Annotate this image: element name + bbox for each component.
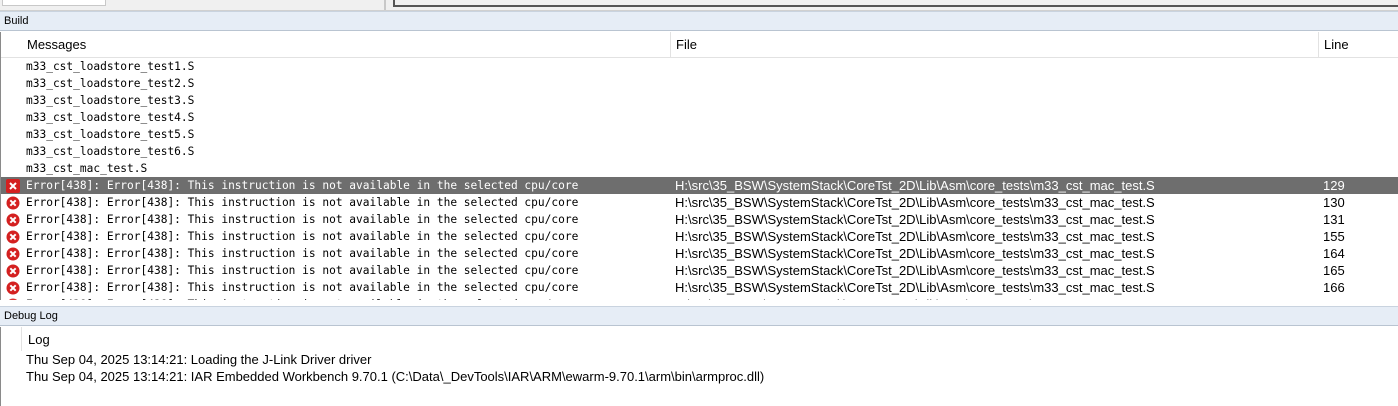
error-message: Error[438]: Error[438]: This instruction… <box>26 213 579 226</box>
list-item[interactable]: m33_cst_loadstore_test6.S <box>1 143 1398 160</box>
build-pane-title[interactable]: Build <box>0 11 1398 31</box>
error-file-path: H:\src\35_BSW\SystemStack\CoreTst_2D\Lib… <box>675 212 1155 227</box>
error-x-icon <box>6 247 20 261</box>
tab-stub <box>2 0 106 6</box>
error-message: Error[438]: Error[438]: This instruction… <box>26 196 579 209</box>
error-file-path: H:\src\35_BSW\SystemStack\CoreTst_2D\Lib… <box>675 229 1155 244</box>
error-message: Error[438]: Error[438]: This instruction… <box>26 296 578 300</box>
list-item[interactable]: m33_cst_loadstore_test2.S <box>1 75 1398 92</box>
error-row[interactable]: Error[438]: Error[438]: This instruction… <box>1 211 1398 228</box>
error-row[interactable]: Error[438]: Error[438]: This instruction… <box>1 296 1398 300</box>
error-line-number: 131 <box>1323 212 1345 227</box>
error-line-number: 155 <box>1323 229 1345 244</box>
error-file-path: H:\src\35_BSW\SystemStack\CoreTst_2D\Lib… <box>675 263 1155 278</box>
file-name: m33_cst_loadstore_test2.S <box>26 77 195 90</box>
list-item[interactable]: m33_cst_loadstore_test4.S <box>1 109 1398 126</box>
error-row[interactable]: Error[438]: Error[438]: This instruction… <box>1 194 1398 211</box>
error-file-path: H:\src\35_BSW\SystemStack\CoreTst_2D\Lib… <box>675 296 1155 300</box>
error-line-number: 165 <box>1323 263 1345 278</box>
previous-pane-edge <box>0 0 1398 11</box>
error-file-path: H:\src\35_BSW\SystemStack\CoreTst_2D\Lib… <box>675 195 1155 210</box>
error-row[interactable]: Error[438]: Error[438]: This instruction… <box>1 228 1398 245</box>
debug-log-list[interactable]: Log Thu Sep 04, 2025 13:14:21: Loading t… <box>0 327 1398 406</box>
error-x-icon <box>6 281 20 295</box>
error-x-icon <box>6 264 20 278</box>
build-rows: m33_cst_loadstore_test1.S m33_cst_loadsto… <box>1 58 1398 300</box>
file-name: m33_cst_loadstore_test6.S <box>26 145 195 158</box>
file-name: m33_cst_loadstore_test5.S <box>26 128 195 141</box>
splitter[interactable] <box>384 0 386 10</box>
error-message: Error[438]: Error[438]: This instruction… <box>26 179 579 192</box>
error-line-number: 164 <box>1323 246 1345 261</box>
file-name: m33_cst_loadstore_test3.S <box>26 94 195 107</box>
log-line[interactable]: Thu Sep 04, 2025 13:14:21: Loading the J… <box>26 352 371 367</box>
error-file-path: H:\src\35_BSW\SystemStack\CoreTst_2D\Lib… <box>675 246 1155 261</box>
error-message: Error[438]: Error[438]: This instruction… <box>26 247 579 260</box>
error-file-path: H:\src\35_BSW\SystemStack\CoreTst_2D\Lib… <box>675 178 1155 193</box>
column-header-log[interactable]: Log <box>21 327 1398 351</box>
error-x-icon <box>6 230 20 244</box>
build-list-header: Messages File Line <box>1 32 1398 58</box>
error-line-number: 166 <box>1323 280 1345 295</box>
error-row[interactable]: Error[438]: Error[438]: This instruction… <box>1 279 1398 296</box>
error-message: Error[438]: Error[438]: This instruction… <box>26 264 579 277</box>
editor-frame-edge <box>393 0 1398 7</box>
log-line[interactable]: Thu Sep 04, 2025 13:14:21: IAR Embedded … <box>26 369 764 384</box>
error-message: Error[438]: Error[438]: This instruction… <box>26 281 579 294</box>
error-line-number: 129 <box>1323 178 1345 193</box>
list-item[interactable]: m33_cst_loadstore_test3.S <box>1 92 1398 109</box>
file-name: m33_cst_mac_test.S <box>26 162 148 175</box>
list-item[interactable]: m33_cst_loadstore_test5.S <box>1 126 1398 143</box>
list-item[interactable]: m33_cst_mac_test.S <box>1 160 1398 177</box>
error-row[interactable]: Error[438]: Error[438]: This instruction… <box>1 262 1398 279</box>
error-file-path: H:\src\35_BSW\SystemStack\CoreTst_2D\Lib… <box>675 280 1155 295</box>
build-messages-list[interactable]: Messages File Line m33_cst_loadstore_tes… <box>0 32 1398 300</box>
error-x-icon <box>6 213 20 227</box>
error-line-number: 130 <box>1323 195 1345 210</box>
error-line-number: 167 <box>1323 296 1345 300</box>
file-name: m33_cst_loadstore_test1.S <box>26 60 195 73</box>
list-item[interactable]: m33_cst_loadstore_test1.S <box>1 58 1398 75</box>
error-row[interactable]: Error[438]: Error[438]: This instruction… <box>1 245 1398 262</box>
error-x-icon <box>6 196 20 210</box>
error-row[interactable]: Error[438]: Error[438]: This instruction… <box>1 177 1398 194</box>
error-message: Error[438]: Error[438]: This instruction… <box>26 230 579 243</box>
error-x-icon <box>6 298 20 300</box>
column-header-line[interactable]: Line <box>1318 32 1398 58</box>
error-x-icon <box>6 179 20 193</box>
column-header-file[interactable]: File <box>670 32 1318 58</box>
debug-log-pane-title[interactable]: Debug Log <box>0 306 1398 326</box>
column-header-messages[interactable]: Messages <box>22 32 670 58</box>
file-name: m33_cst_loadstore_test4.S <box>26 111 195 124</box>
